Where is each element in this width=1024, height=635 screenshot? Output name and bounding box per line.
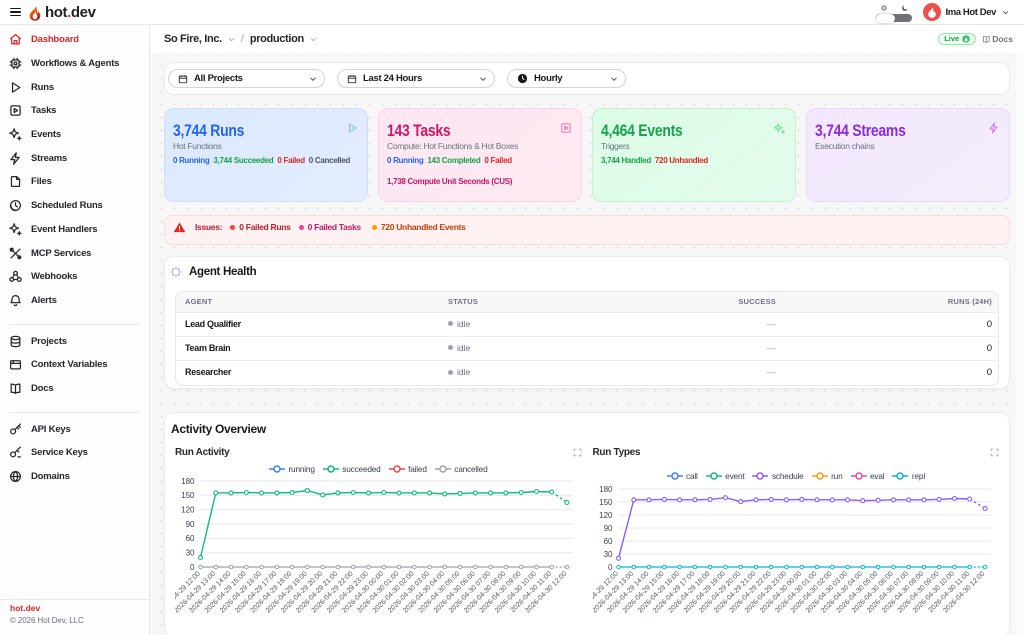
svg-text:180: 180 bbox=[181, 476, 195, 485]
svg-text:150: 150 bbox=[599, 498, 613, 507]
svg-text:120: 120 bbox=[599, 511, 613, 520]
svg-text:90: 90 bbox=[603, 524, 612, 533]
svg-text:60: 60 bbox=[603, 537, 612, 546]
svg-text:60: 60 bbox=[186, 534, 195, 543]
svg-text:30: 30 bbox=[603, 550, 612, 559]
svg-text:0: 0 bbox=[608, 563, 613, 572]
svg-text:120: 120 bbox=[181, 505, 195, 514]
svg-text:90: 90 bbox=[186, 519, 195, 528]
svg-text:180: 180 bbox=[599, 485, 613, 494]
svg-text:0: 0 bbox=[190, 562, 195, 571]
svg-text:30: 30 bbox=[186, 548, 195, 557]
svg-text:150: 150 bbox=[181, 491, 195, 500]
